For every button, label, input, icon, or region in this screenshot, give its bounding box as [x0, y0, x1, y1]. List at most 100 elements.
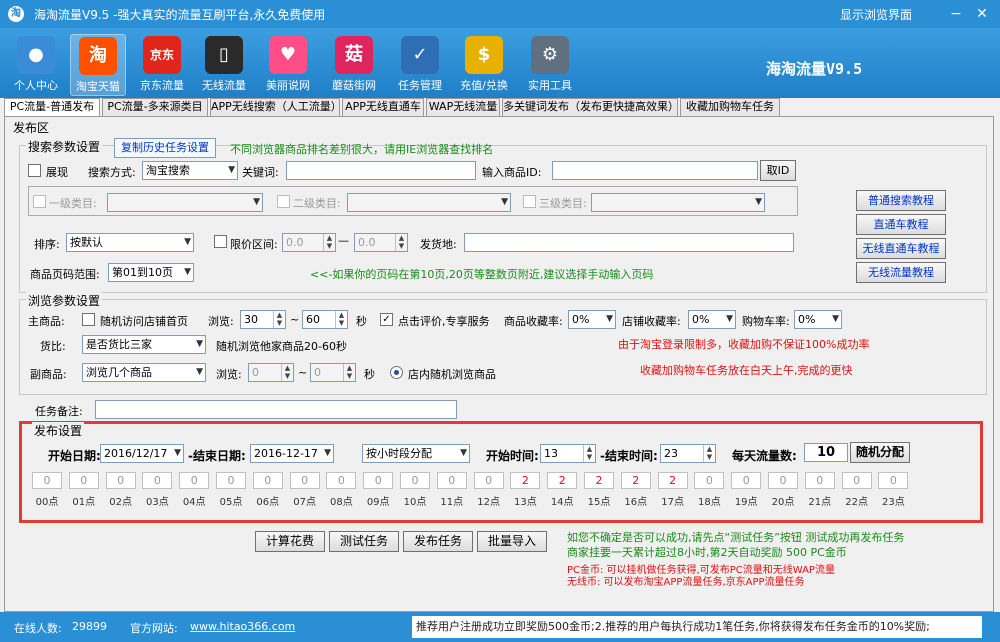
hour-input[interactable]: 0	[326, 472, 357, 489]
cat2-label: 二级类目:	[293, 197, 341, 210]
tutorial-wireless-ztc-button[interactable]: 无线直通车教程	[856, 238, 946, 259]
hour-input[interactable]: 0	[436, 472, 467, 489]
sub-browse-max-input[interactable]: 0 ▲ ▼	[310, 363, 356, 382]
close-icon[interactable]: ✕	[972, 4, 992, 24]
hour-input[interactable]: 0	[878, 472, 909, 489]
cat2-select[interactable]: ▼	[347, 193, 511, 212]
publish-task-button[interactable]: 发布任务	[403, 531, 473, 552]
exhibit-label: 展现	[46, 166, 68, 179]
page-hint: <<-如果你的页码在第10页,20页等整数页附近,建议选择手动输入页码	[310, 268, 654, 281]
end-date-picker[interactable]: 2016-12-17 ▼	[250, 444, 334, 463]
in-shop-radio[interactable]	[390, 366, 403, 379]
tab-fav-cart[interactable]: 收藏加购物车任务	[680, 98, 780, 116]
hour-input[interactable]: 0	[142, 472, 173, 489]
toolbar-item[interactable]: ⚙ 实用工具	[522, 34, 578, 96]
random-shop-checkbox[interactable]	[82, 313, 95, 326]
daily-flow-input[interactable]: 10	[804, 443, 848, 462]
toolbar-item[interactable]: ✓ 任务管理	[392, 34, 448, 96]
compare-select[interactable]: 是否货比三家 ▼	[82, 335, 206, 354]
toolbar-item[interactable]: ▯ 无线流量	[196, 34, 252, 96]
site-link[interactable]: www.hitao366.com	[190, 620, 295, 633]
sub-browse-min-input[interactable]: 0 ▲ ▼	[248, 363, 294, 382]
calc-cost-button[interactable]: 计算花费	[255, 531, 325, 552]
tab-pc-multi-source[interactable]: PC流量-多来源类目	[102, 98, 208, 116]
sort-select[interactable]: 按默认 ▼	[66, 233, 194, 252]
tab-multi-keyword[interactable]: 多关键词发布（发布更快捷高效果）	[502, 98, 678, 116]
cat2-checkbox[interactable]	[277, 195, 290, 208]
hour-input[interactable]: 0	[68, 472, 99, 489]
ship-from-input[interactable]	[464, 233, 794, 252]
hour-input[interactable]: 0	[289, 472, 320, 489]
remark-input[interactable]	[95, 400, 457, 419]
hour-input[interactable]: 0	[179, 472, 210, 489]
tutorial-ztc-button[interactable]: 直通车教程	[856, 214, 946, 235]
hour-input[interactable]: 0	[694, 472, 725, 489]
cart-rate-select[interactable]: 0% ▼	[794, 310, 842, 329]
hour-input[interactable]: 0	[731, 472, 762, 489]
get-id-button[interactable]: 取ID	[760, 160, 796, 181]
sub-product-select[interactable]: 浏览几个商品 ▼	[82, 363, 206, 382]
hour-input[interactable]: 2	[584, 472, 614, 489]
toolbar-item[interactable]: 淘淘宝天猫	[70, 34, 126, 96]
toolbar-item[interactable]: 菇蘑菇街网	[326, 34, 382, 96]
fav-rate-select[interactable]: 0% ▼	[568, 310, 616, 329]
task-icon: ✓	[401, 36, 439, 74]
tab-app-ztc[interactable]: APP无线直通车	[342, 98, 424, 116]
keyword-input[interactable]	[286, 161, 476, 180]
cat1-select[interactable]: ▼	[107, 193, 263, 212]
browse-min-input[interactable]: 30 ▲ ▼	[240, 310, 286, 329]
hour-input[interactable]: 2	[620, 472, 651, 489]
price-min-input[interactable]: 0.0 ▲ ▼	[282, 233, 336, 252]
hour-input[interactable]: 0	[473, 472, 504, 489]
hour-input[interactable]: 2	[547, 472, 578, 489]
show-browser-link[interactable]: 显示浏览界面	[840, 6, 912, 23]
hour-input[interactable]: 0	[216, 472, 246, 489]
random-distribute-button[interactable]: 随机分配	[850, 442, 910, 463]
hour-input[interactable]: 0	[768, 472, 798, 489]
shop-fav-rate-select[interactable]: 0% ▼	[688, 310, 736, 329]
chevron-down-icon: ▼	[501, 197, 508, 207]
hour-input[interactable]: 0	[32, 472, 62, 489]
page-range-select[interactable]: 第01到10页 ▼	[108, 263, 194, 282]
start-time-input[interactable]: 13 ▲ ▼	[540, 444, 596, 463]
cat3-select[interactable]: ▼	[591, 193, 765, 212]
search-mode-value: 淘宝搜索	[146, 164, 190, 177]
hour-input[interactable]: 0	[804, 472, 835, 489]
hour-input[interactable]: 0	[363, 472, 394, 489]
product-id-input[interactable]	[552, 161, 758, 180]
minimize-icon[interactable]: −	[946, 4, 966, 24]
batch-import-button[interactable]: 批量导入	[477, 531, 547, 552]
hour-input[interactable]: 0	[400, 472, 430, 489]
tab-app-search[interactable]: APP无线搜索（人工流量）	[210, 98, 340, 116]
copy-history-button[interactable]: 复制历史任务设置	[114, 138, 216, 158]
tutorial-wireless-flow-button[interactable]: 无线流量教程	[856, 262, 946, 283]
review-checkbox[interactable]: ✓	[380, 313, 393, 326]
tab-wap[interactable]: WAP无线流量	[426, 98, 500, 116]
taobao-icon: 淘	[79, 37, 117, 75]
price-max-input[interactable]: 0.0 ▲ ▼	[354, 233, 408, 252]
toolbar-item[interactable]: 京东 京东流量	[134, 34, 190, 96]
hour-input[interactable]: 2	[657, 472, 688, 489]
distribution-mode-select[interactable]: 按小时段分配 ▼	[362, 444, 470, 463]
hour-input[interactable]: 2	[510, 472, 541, 489]
tab-pc-normal[interactable]: PC流量-普通发布	[4, 98, 100, 117]
hour-input[interactable]: 0	[105, 472, 136, 489]
start-date-picker[interactable]: 2016/12/17 ▼	[100, 444, 184, 463]
price-range-checkbox[interactable]	[214, 235, 227, 248]
tutorial-normal-search-button[interactable]: 普通搜索教程	[856, 190, 946, 211]
test-task-button[interactable]: 测试任务	[329, 531, 399, 552]
toolbar-item[interactable]: ● 个人中心	[8, 34, 64, 96]
hour-input[interactable]: 0	[252, 472, 283, 489]
toolbar-item[interactable]: $ 充值/兑换	[456, 34, 512, 96]
search-mode-select[interactable]: 淘宝搜索 ▼	[142, 161, 238, 180]
spinner-icon: ▲ ▼	[273, 311, 285, 328]
toolbar-item[interactable]: ♥ 美丽说网	[260, 34, 316, 96]
end-time-value: 23	[664, 447, 678, 460]
cat3-checkbox[interactable]	[523, 195, 536, 208]
hour-input[interactable]: 0	[841, 472, 872, 489]
cat1-checkbox[interactable]	[33, 195, 46, 208]
exhibit-checkbox[interactable]	[28, 164, 41, 177]
window-title: 海淘流量V9.5 -强大真实的流量互刷平台,永久免费使用	[34, 8, 326, 22]
browse-max-input[interactable]: 60 ▲ ▼	[302, 310, 348, 329]
end-time-input[interactable]: 23 ▲ ▼	[660, 444, 716, 463]
